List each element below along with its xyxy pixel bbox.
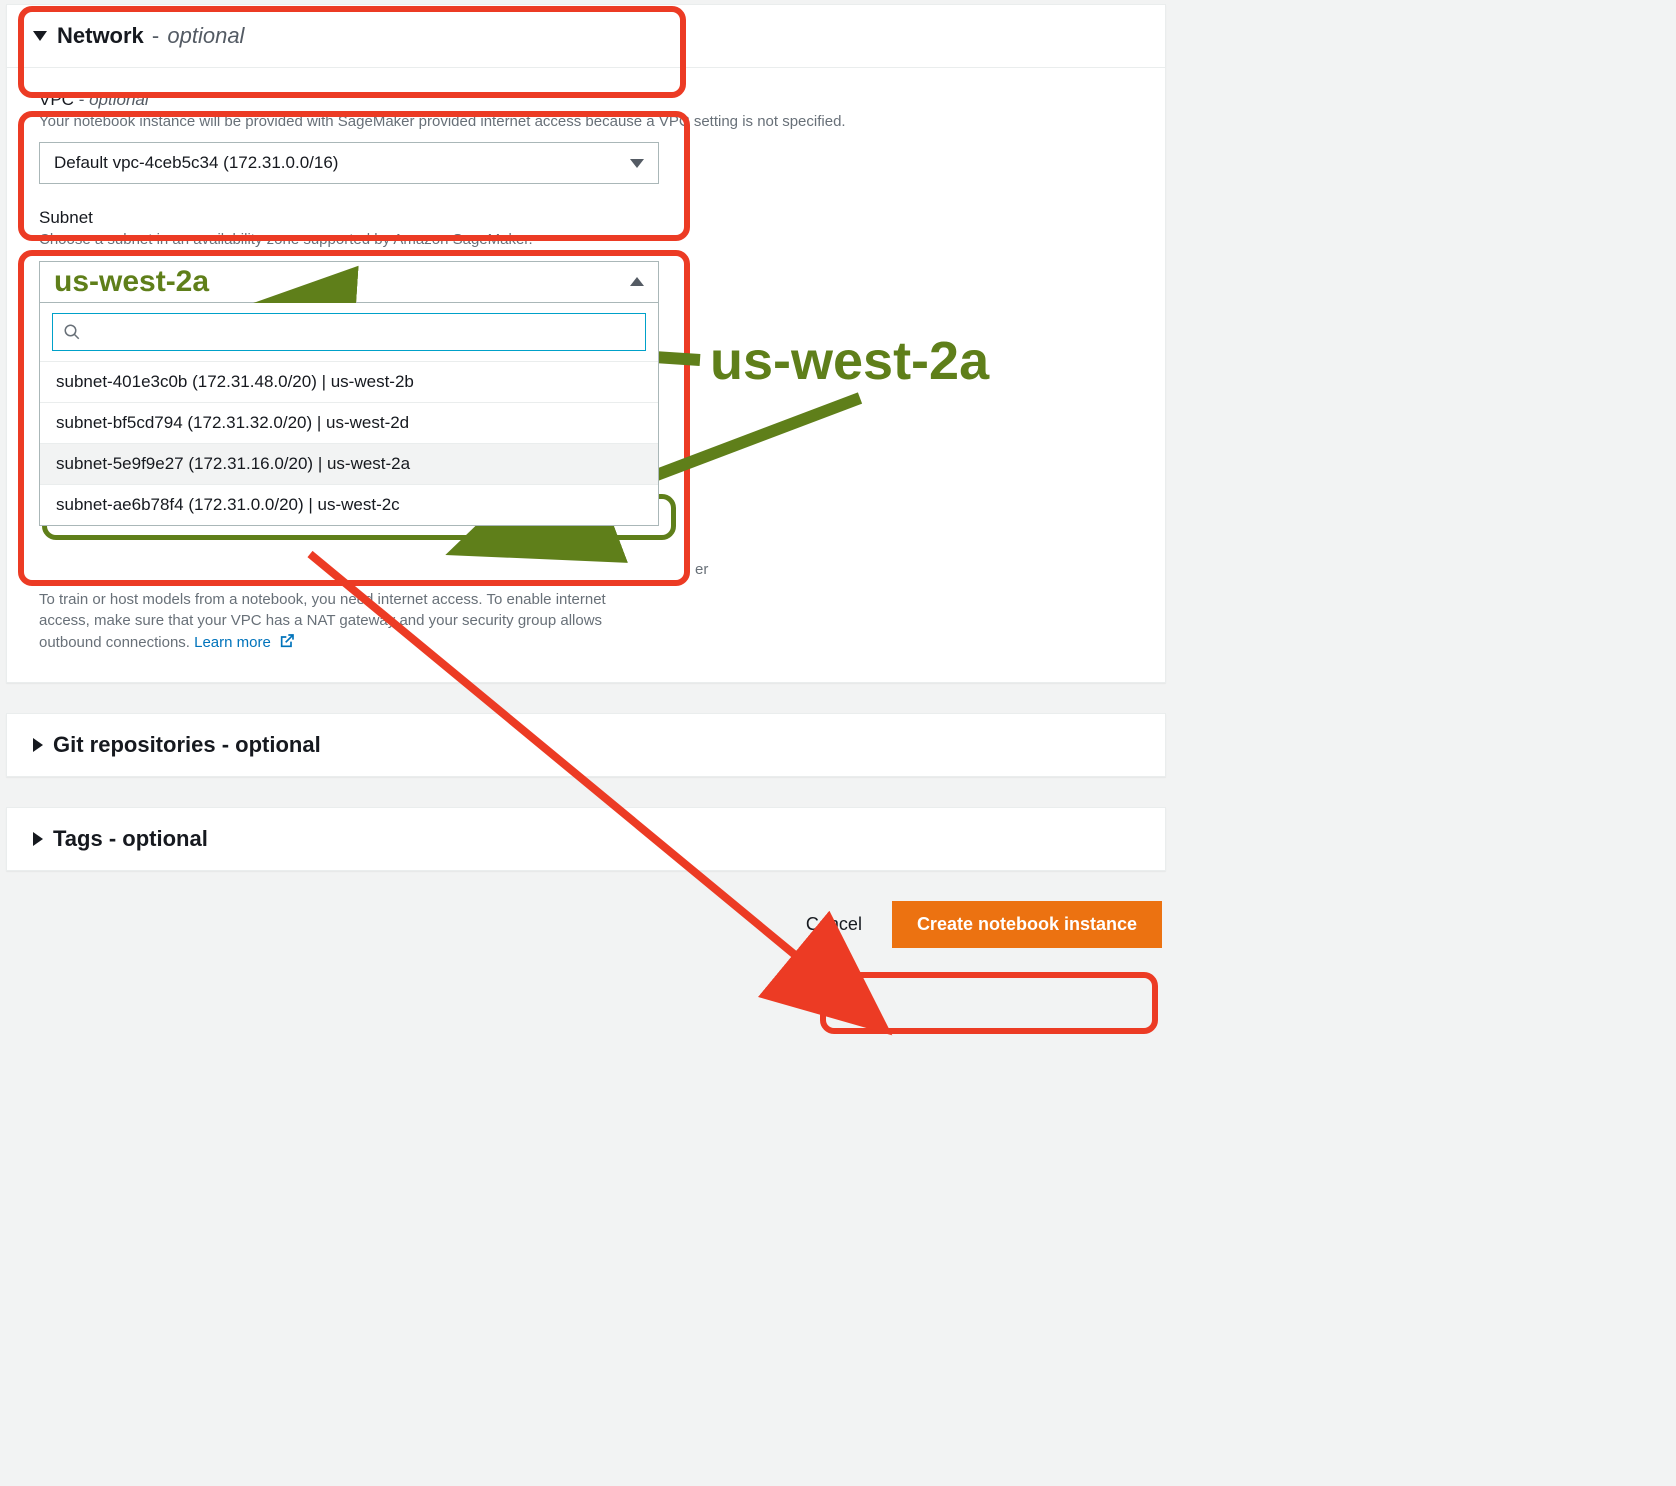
caret-right-icon — [33, 738, 43, 752]
git-title: Git repositories — [53, 732, 216, 757]
create-notebook-instance-button[interactable]: Create notebook instance — [892, 901, 1162, 948]
subnet-field: Subnet Choose a subnet in an availabilit… — [39, 208, 1133, 302]
tags-optional: optional — [122, 826, 208, 851]
network-panel: Network - optional VPC - optional Your n… — [6, 4, 1166, 683]
git-optional: optional — [235, 732, 321, 757]
learn-more-link[interactable]: Learn more — [194, 634, 295, 651]
network-section-header[interactable]: Network - optional — [7, 5, 1165, 67]
subnet-option[interactable]: subnet-bf5cd794 (172.31.32.0/20) | us-we… — [40, 403, 658, 444]
subnet-search[interactable] — [52, 313, 646, 351]
network-optional: optional — [167, 23, 244, 48]
network-title: Network — [57, 23, 144, 48]
cancel-button[interactable]: Cancel — [800, 904, 868, 945]
chevron-down-icon — [630, 159, 644, 168]
tags-title: Tags — [53, 826, 103, 851]
vpc-selected-value: Default vpc-4ceb5c34 (172.31.0.0/16) — [54, 153, 338, 173]
tags-section[interactable]: Tags - optional — [6, 807, 1166, 871]
vpc-label: VPC - optional — [39, 90, 1133, 110]
subnet-option[interactable]: subnet-ae6b78f4 (172.31.0.0/20) | us-wes… — [40, 485, 658, 525]
subnet-selected-value: us-west-2a — [54, 265, 209, 299]
annotation-box — [820, 972, 1158, 1034]
search-icon — [63, 323, 81, 341]
git-repositories-section[interactable]: Git repositories - optional — [6, 713, 1166, 777]
subnet-dropdown: subnet-401e3c0b (172.31.48.0/20) | us-we… — [39, 303, 659, 526]
subnet-description: Choose a subnet in an availability zone … — [39, 230, 1133, 250]
caret-right-icon — [33, 832, 43, 846]
chevron-up-icon — [630, 277, 644, 286]
subnet-label: Subnet — [39, 208, 1133, 228]
footer-actions: Cancel Create notebook instance — [0, 901, 1172, 968]
caret-down-icon — [33, 31, 47, 41]
vpc-select[interactable]: Default vpc-4ceb5c34 (172.31.0.0/16) — [39, 142, 659, 184]
subnet-select[interactable]: us-west-2a — [39, 261, 659, 303]
external-link-icon — [279, 633, 295, 649]
subnet-option[interactable]: subnet-401e3c0b (172.31.48.0/20) | us-we… — [40, 362, 658, 403]
vpc-description: Your notebook instance will be provided … — [39, 112, 1133, 132]
vpc-field: VPC - optional Your notebook instance wi… — [39, 90, 1133, 184]
subnet-search-input[interactable] — [89, 323, 635, 341]
subnet-option[interactable]: subnet-5e9f9e27 (172.31.16.0/20) | us-we… — [40, 444, 658, 485]
